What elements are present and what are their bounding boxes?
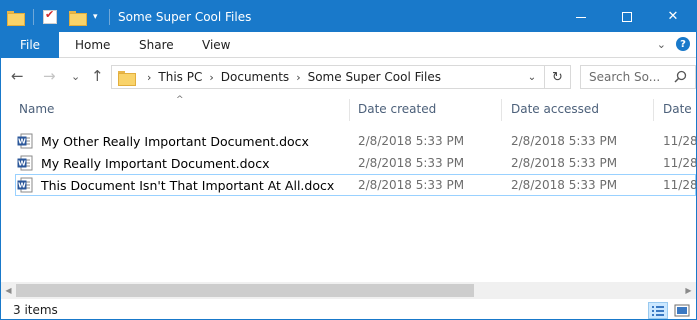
- svg-text:W: W: [18, 138, 26, 146]
- svg-text:W: W: [18, 182, 26, 190]
- file-date-created: 2/8/2018 5:33 PM: [358, 156, 465, 170]
- folder-icon: [7, 10, 25, 26]
- file-row[interactable]: W My Other Really Important Document.doc…: [15, 130, 696, 152]
- file-row[interactable]: W My Really Important Document.docx 2/8/…: [15, 152, 696, 174]
- file-name: This Document Isn't That Important At Al…: [41, 177, 335, 193]
- column-header-date-modified[interactable]: Date m: [663, 95, 696, 123]
- search-icon: [674, 70, 687, 83]
- help-icon[interactable]: ?: [676, 37, 690, 51]
- window-title: Some Super Cool Files: [118, 10, 252, 24]
- minimize-icon: [576, 17, 586, 18]
- back-button[interactable]: ←: [11, 66, 24, 86]
- column-divider[interactable]: [653, 99, 654, 121]
- close-icon: ✕: [667, 9, 679, 24]
- large-icons-view-icon: [674, 304, 690, 317]
- file-date-modified: 11/28/: [663, 178, 697, 192]
- column-divider[interactable]: [349, 99, 350, 121]
- file-date-modified: 11/28/: [663, 156, 697, 170]
- word-document-icon: W: [17, 177, 33, 193]
- status-bar: 3 items: [1, 299, 696, 319]
- word-document-icon: W: [17, 155, 33, 171]
- sort-ascending-icon: ^: [176, 95, 184, 105]
- scroll-right-icon[interactable]: ▶: [681, 282, 696, 299]
- file-row-focused[interactable]: W This Document Isn't That Important At …: [15, 174, 696, 196]
- large-icons-view-button[interactable]: [672, 302, 692, 319]
- breadcrumb-separator: ›: [147, 70, 152, 84]
- file-name: My Really Important Document.docx: [41, 155, 270, 171]
- quick-access-toolbar: ▾ Some Super Cool Files: [7, 7, 251, 27]
- file-date-created: 2/8/2018 5:33 PM: [358, 178, 465, 192]
- title-divider: [109, 9, 110, 25]
- column-headers: ^ Name Date created Date accessed Date m: [1, 95, 696, 123]
- scrollbar-thumb[interactable]: [16, 284, 474, 297]
- svg-text:W: W: [18, 160, 26, 168]
- forward-button[interactable]: →: [43, 66, 56, 86]
- ribbon-controls: ⌄ ?: [657, 37, 690, 51]
- scroll-left-icon[interactable]: ◀: [1, 282, 16, 299]
- minimize-button[interactable]: [558, 1, 604, 32]
- details-view-button[interactable]: [648, 302, 668, 319]
- details-view-icon: [652, 306, 664, 316]
- breadcrumb-current-folder[interactable]: Some Super Cool Files: [308, 70, 441, 84]
- customize-toolbar-dropdown[interactable]: ▾: [93, 12, 103, 22]
- up-button[interactable]: ↑: [91, 66, 104, 86]
- ribbon-tabs: File Home Share View ⌄ ?: [1, 32, 696, 58]
- maximize-button[interactable]: [604, 1, 650, 32]
- word-document-icon: W: [17, 133, 33, 149]
- window-controls: ✕: [558, 1, 696, 32]
- explorer-window: ▾ Some Super Cool Files ✕ File Home Shar…: [0, 0, 697, 320]
- folder-icon: [118, 70, 136, 86]
- refresh-button[interactable]: ↻: [544, 66, 570, 88]
- title-bar[interactable]: ▾ Some Super Cool Files ✕: [1, 1, 696, 32]
- breadcrumb-separator[interactable]: ›: [296, 71, 300, 84]
- tab-file[interactable]: File: [1, 32, 59, 58]
- file-date-accessed: 2/8/2018 5:33 PM: [511, 178, 618, 192]
- file-date-modified: 11/28/: [663, 134, 697, 148]
- item-count: 3 items: [13, 303, 58, 317]
- navigation-bar: ← → ⌄ ↑ › This PC › Documents › Some Sup…: [1, 59, 696, 95]
- file-date-accessed: 2/8/2018 5:33 PM: [511, 134, 618, 148]
- column-header-date-accessed[interactable]: Date accessed: [511, 95, 599, 123]
- address-history-dropdown[interactable]: ⌄: [522, 66, 542, 88]
- tab-home[interactable]: Home: [75, 32, 110, 58]
- column-header-date-created[interactable]: Date created: [358, 95, 436, 123]
- close-button[interactable]: ✕: [650, 1, 696, 32]
- new-folder-icon[interactable]: [69, 10, 87, 26]
- maximize-icon: [622, 11, 632, 22]
- horizontal-scrollbar[interactable]: ◀ ▶: [1, 282, 696, 299]
- column-header-name[interactable]: Name: [19, 95, 54, 123]
- breadcrumb-separator[interactable]: ›: [209, 71, 213, 84]
- file-name: My Other Really Important Document.docx: [41, 133, 309, 149]
- file-date-accessed: 2/8/2018 5:33 PM: [511, 156, 618, 170]
- expand-ribbon-icon[interactable]: ⌄: [657, 38, 666, 51]
- breadcrumb-this-pc[interactable]: This PC: [158, 70, 202, 84]
- tab-share[interactable]: Share: [139, 32, 174, 58]
- search-placeholder: Search So...: [589, 70, 661, 84]
- properties-icon[interactable]: [43, 8, 57, 24]
- file-date-created: 2/8/2018 5:33 PM: [358, 134, 465, 148]
- search-input[interactable]: Search So...: [580, 65, 696, 89]
- recent-locations-dropdown[interactable]: ⌄: [71, 66, 80, 86]
- address-bar[interactable]: › This PC › Documents › Some Super Cool …: [111, 65, 571, 89]
- breadcrumb-documents[interactable]: Documents: [221, 70, 289, 84]
- tab-view[interactable]: View: [202, 32, 230, 58]
- column-divider[interactable]: [501, 99, 502, 121]
- toolbar-divider: [33, 9, 34, 25]
